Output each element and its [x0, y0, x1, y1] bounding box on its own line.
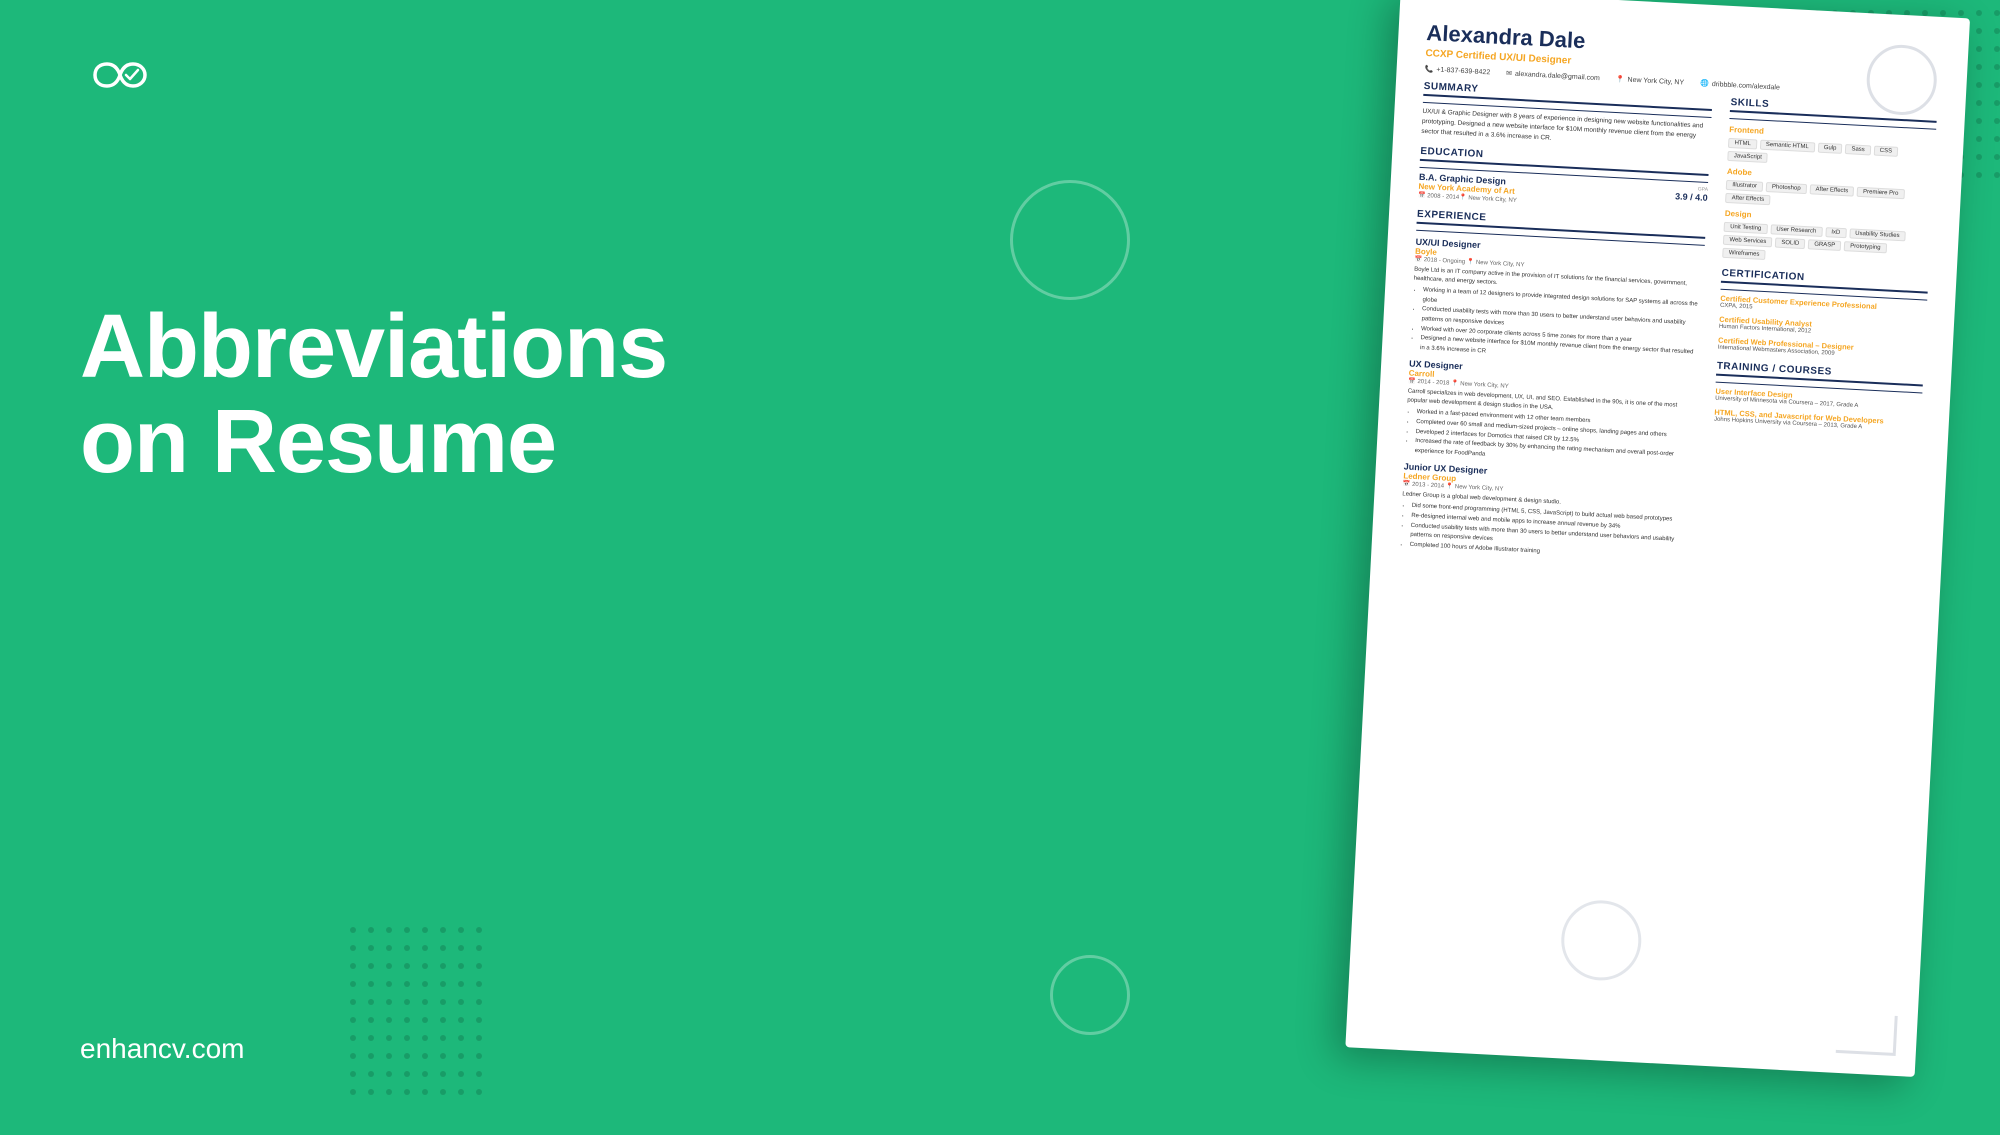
cert-item-3: Certified Web Professional – Designer In…	[1718, 336, 1925, 362]
page-title: Abbreviations on Resume	[80, 300, 830, 489]
skill-tag: IxD	[1825, 227, 1846, 238]
skill-tag: User Research	[1770, 224, 1822, 237]
resume-location: 📍 New York City, NY	[1616, 75, 1685, 87]
job-3: Junior UX Designer Ledner Group 📅 2013 -…	[1399, 462, 1693, 565]
skill-tag: After Effects	[1725, 193, 1770, 205]
gpa-value: 3.9 / 4.0	[1675, 191, 1708, 203]
deco-circle-1	[1010, 180, 1130, 300]
skill-tag: HTML	[1728, 138, 1757, 149]
edu-dates: 📅 2008 - 2014	[1418, 192, 1459, 201]
summary-text: UX/UI & Graphic Designer with 8 years of…	[1421, 107, 1711, 151]
resume-phone: 📞 +1-837-639-8422	[1424, 65, 1490, 76]
education-details: B.A. Graphic Design New York Academy of …	[1418, 172, 1518, 204]
deco-circle-2	[1050, 955, 1130, 1035]
skill-tag: GRASP	[1808, 239, 1841, 251]
experience-section-title: EXPERIENCE	[1417, 209, 1707, 239]
resume-deco-corner	[1836, 1013, 1898, 1056]
education-section-title: EDUCATION	[1420, 146, 1710, 176]
resume-paper: Alexandra Dale CCXP Certified UX/UI Desi…	[1345, 0, 1970, 1077]
skill-tag: JavaScript	[1728, 151, 1768, 163]
job-1: UX/UI Designer Boyle 📅 2018 - Ongoing 📍 …	[1410, 237, 1705, 368]
skill-tag: Web Services	[1723, 235, 1772, 248]
skill-tags-design: Unit Testing User Research IxD Usability…	[1723, 222, 1931, 269]
skill-tag: Semantic HTML	[1760, 140, 1815, 153]
resume-email: ✉ alexandra.dale@gmail.com	[1506, 69, 1600, 82]
dot-grid-bottom-left: (function() { var grid = document.queryS…	[350, 927, 482, 1095]
job-2: UX Designer Carroll 📅 2014 - 2018 📍 New …	[1404, 359, 1698, 471]
resume-portfolio: 🌐 dribbble.com/alexdale	[1700, 79, 1780, 91]
training-item-2: HTML, CSS, and Javascript for Web Develo…	[1714, 408, 1921, 434]
skill-tag: Gulp	[1817, 143, 1842, 154]
gpa-block: GPA 3.9 / 4.0	[1674, 186, 1708, 215]
resume-deco-circle-2	[1559, 898, 1643, 982]
skill-tag: SOLID	[1775, 238, 1805, 250]
website-url: enhancv.com	[80, 1033, 244, 1065]
skill-tag: CSS	[1873, 146, 1898, 157]
skill-tag: Unit Testing	[1724, 222, 1768, 234]
main-text-block: Abbreviations on Resume	[80, 300, 830, 489]
skill-tag: Wireframes	[1723, 248, 1766, 260]
skill-tag: Premiere Pro	[1857, 187, 1905, 199]
resume-body: SUMMARY UX/UI & Graphic Designer with 8 …	[1399, 81, 1937, 577]
skill-tag: Photoshop	[1766, 182, 1807, 194]
skill-tag: After Effects	[1809, 184, 1854, 196]
skill-tag: Illustrator	[1726, 180, 1763, 192]
skill-tag: Prototyping	[1844, 241, 1887, 253]
education-row: B.A. Graphic Design New York Academy of …	[1418, 172, 1708, 214]
resume-right-column: SKILLS Frontend HTML Semantic HTML Gulp …	[1706, 97, 1937, 577]
job-1-bullets: Working in a team of 12 designers to pro…	[1410, 286, 1702, 368]
resume-left-column: SUMMARY UX/UI & Graphic Designer with 8 …	[1399, 81, 1712, 565]
brand-logo	[80, 50, 160, 105]
skill-tag: Usability Studies	[1849, 228, 1906, 241]
skill-tag: Sass	[1845, 144, 1871, 155]
resume-container: Alexandra Dale CCXP Certified UX/UI Desi…	[1343, 0, 2000, 1118]
